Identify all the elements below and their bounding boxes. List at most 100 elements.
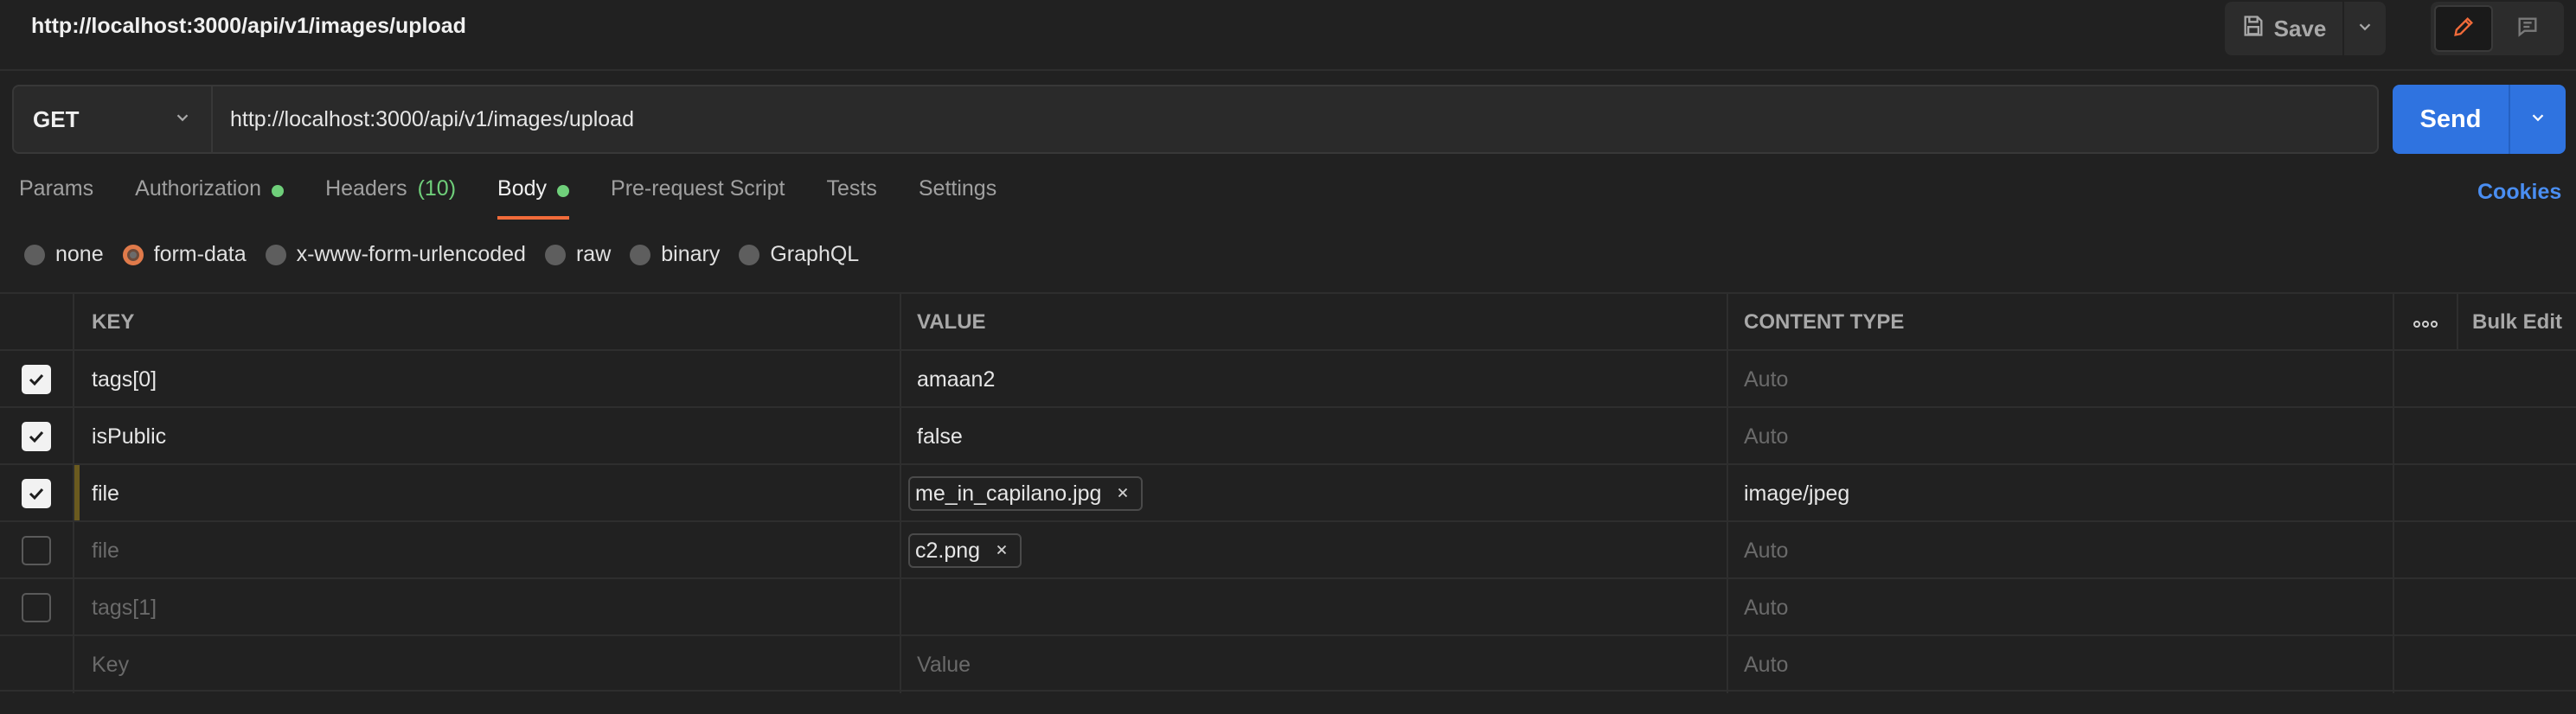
- radio-circle-selected: [122, 244, 144, 265]
- tab-tests[interactable]: Tests: [827, 176, 877, 220]
- radio-label: raw: [575, 242, 612, 266]
- key-input-placeholder[interactable]: Key: [74, 636, 901, 693]
- key-cell[interactable]: tags[0]: [74, 351, 901, 408]
- key-cell[interactable]: file: [74, 465, 901, 522]
- tab-settings[interactable]: Settings: [919, 176, 996, 220]
- status-dot: [272, 185, 285, 197]
- content-type-input-placeholder[interactable]: Auto: [1728, 636, 2394, 693]
- table-row: tags[1] Auto: [0, 577, 2576, 636]
- radio-raw[interactable]: raw: [544, 242, 612, 267]
- value-cell[interactable]: amaan2: [901, 351, 1728, 408]
- save-options-button[interactable]: [2344, 2, 2386, 55]
- file-chip: me_in_capilano.jpg: [908, 476, 1144, 511]
- table-header-row: KEY VALUE CONTENT TYPE Bulk Edit: [0, 292, 2576, 351]
- send-options-button[interactable]: [2509, 85, 2566, 154]
- checkbox-checked[interactable]: [22, 365, 51, 394]
- radio-circle: [24, 244, 45, 265]
- save-label: Save: [2273, 15, 2327, 41]
- key-cell[interactable]: isPublic: [74, 408, 901, 465]
- file-chip: c2.png: [908, 533, 1022, 568]
- tab-label: Tests: [826, 176, 877, 201]
- check-icon: [29, 488, 44, 500]
- check-icon: [29, 373, 44, 386]
- value-cell[interactable]: c2.png: [901, 522, 1728, 579]
- save-icon: [2241, 14, 2265, 44]
- status-dot: [557, 185, 570, 197]
- method-value: GET: [33, 105, 80, 132]
- url-value: http://localhost:3000/api/v1/images/uplo…: [230, 106, 634, 131]
- radio-form-data[interactable]: form-data: [122, 242, 247, 267]
- row-check-cell: [0, 465, 74, 522]
- checkbox-unchecked[interactable]: [22, 536, 51, 565]
- checkbox-unchecked[interactable]: [22, 593, 51, 622]
- tab-authorization[interactable]: Authorization: [135, 176, 285, 220]
- view-mode-toggle: [2431, 2, 2564, 55]
- radio-circle: [630, 244, 651, 265]
- chevron-down-icon: [2355, 17, 2374, 41]
- content-type-cell[interactable]: Auto: [1728, 522, 2394, 579]
- row-check-cell: [0, 351, 74, 408]
- save-button[interactable]: Save: [2225, 2, 2344, 55]
- tab-label: Params: [19, 176, 94, 201]
- column-options-button[interactable]: [2394, 294, 2458, 351]
- headers-count-badge: (10): [417, 176, 457, 201]
- tab-headers[interactable]: Headers (10): [325, 176, 456, 220]
- header-check-cell: [0, 294, 74, 351]
- tab-label: Headers: [325, 176, 407, 201]
- radio-x-www-form-urlencoded[interactable]: x-www-form-urlencoded: [265, 242, 526, 267]
- body-type-selector: none form-data x-www-form-urlencoded raw…: [24, 242, 859, 267]
- content-type-cell[interactable]: Auto: [1728, 579, 2394, 636]
- comments-mode-button[interactable]: [2498, 5, 2557, 52]
- close-icon[interactable]: [994, 539, 1009, 564]
- request-tabs: Params Authorization Headers (10) Body P…: [19, 176, 996, 220]
- table-row: tags[0] amaan2 Auto: [0, 349, 2576, 408]
- column-header-value: VALUE: [901, 294, 1728, 351]
- save-button-group: Save: [2225, 2, 2386, 55]
- table-body: tags[0] amaan2 Auto isPublic false Auto file me…: [0, 349, 2576, 636]
- value-cell[interactable]: [901, 579, 1728, 636]
- url-input[interactable]: http://localhost:3000/api/v1/images/uplo…: [213, 85, 2379, 154]
- edit-mode-button[interactable]: [2434, 5, 2493, 52]
- tab-label: Pre-request Script: [611, 176, 785, 201]
- radio-binary[interactable]: binary: [630, 242, 720, 267]
- row-check-cell: [0, 522, 74, 579]
- close-icon[interactable]: [1115, 481, 1131, 507]
- content-type-cell[interactable]: Auto: [1728, 408, 2394, 465]
- check-icon: [29, 430, 44, 443]
- radio-circle: [265, 244, 286, 265]
- row-check-cell: [0, 408, 74, 465]
- table-row: file me_in_capilano.jpg image/jpeg: [0, 463, 2576, 522]
- radio-graphql[interactable]: GraphQL: [739, 242, 859, 267]
- value-cell[interactable]: me_in_capilano.jpg: [901, 465, 1728, 522]
- radio-label: x-www-form-urlencoded: [296, 242, 526, 266]
- method-select[interactable]: GET: [12, 85, 213, 154]
- column-header-content-type: CONTENT TYPE: [1728, 294, 2394, 351]
- cookies-link[interactable]: Cookies: [2477, 180, 2561, 205]
- form-data-table: KEY VALUE CONTENT TYPE Bulk Edit tags[0]…: [0, 292, 2576, 693]
- value-cell[interactable]: false: [901, 408, 1728, 465]
- chevron-down-icon: [2528, 108, 2547, 131]
- request-header: http://localhost:3000/api/v1/images/uplo…: [0, 0, 2576, 71]
- content-type-cell[interactable]: image/jpeg: [1728, 465, 2394, 522]
- content-type-cell[interactable]: Auto: [1728, 351, 2394, 408]
- column-header-key: KEY: [74, 294, 901, 351]
- send-button[interactable]: Send: [2393, 85, 2509, 154]
- radio-circle: [544, 244, 566, 265]
- request-title[interactable]: http://localhost:3000/api/v1/images/uplo…: [31, 14, 466, 39]
- radio-circle: [739, 244, 760, 265]
- checkbox-checked[interactable]: [22, 422, 51, 451]
- radio-none[interactable]: none: [24, 242, 104, 267]
- value-input-placeholder[interactable]: Value: [901, 636, 1728, 693]
- radio-label: binary: [661, 242, 721, 266]
- pencil-icon: [2451, 15, 2476, 43]
- file-name: me_in_capilano.jpg: [915, 481, 1102, 506]
- bulk-edit-button[interactable]: Bulk Edit: [2458, 294, 2576, 351]
- more-horizontal-icon: [2413, 310, 2438, 335]
- tab-pre-request-script[interactable]: Pre-request Script: [611, 176, 785, 220]
- key-cell[interactable]: file: [74, 522, 901, 579]
- checkbox-checked[interactable]: [22, 479, 51, 508]
- tab-body[interactable]: Body: [497, 176, 570, 220]
- radio-label: form-data: [153, 242, 247, 266]
- tab-params[interactable]: Params: [19, 176, 93, 220]
- key-cell[interactable]: tags[1]: [74, 579, 901, 636]
